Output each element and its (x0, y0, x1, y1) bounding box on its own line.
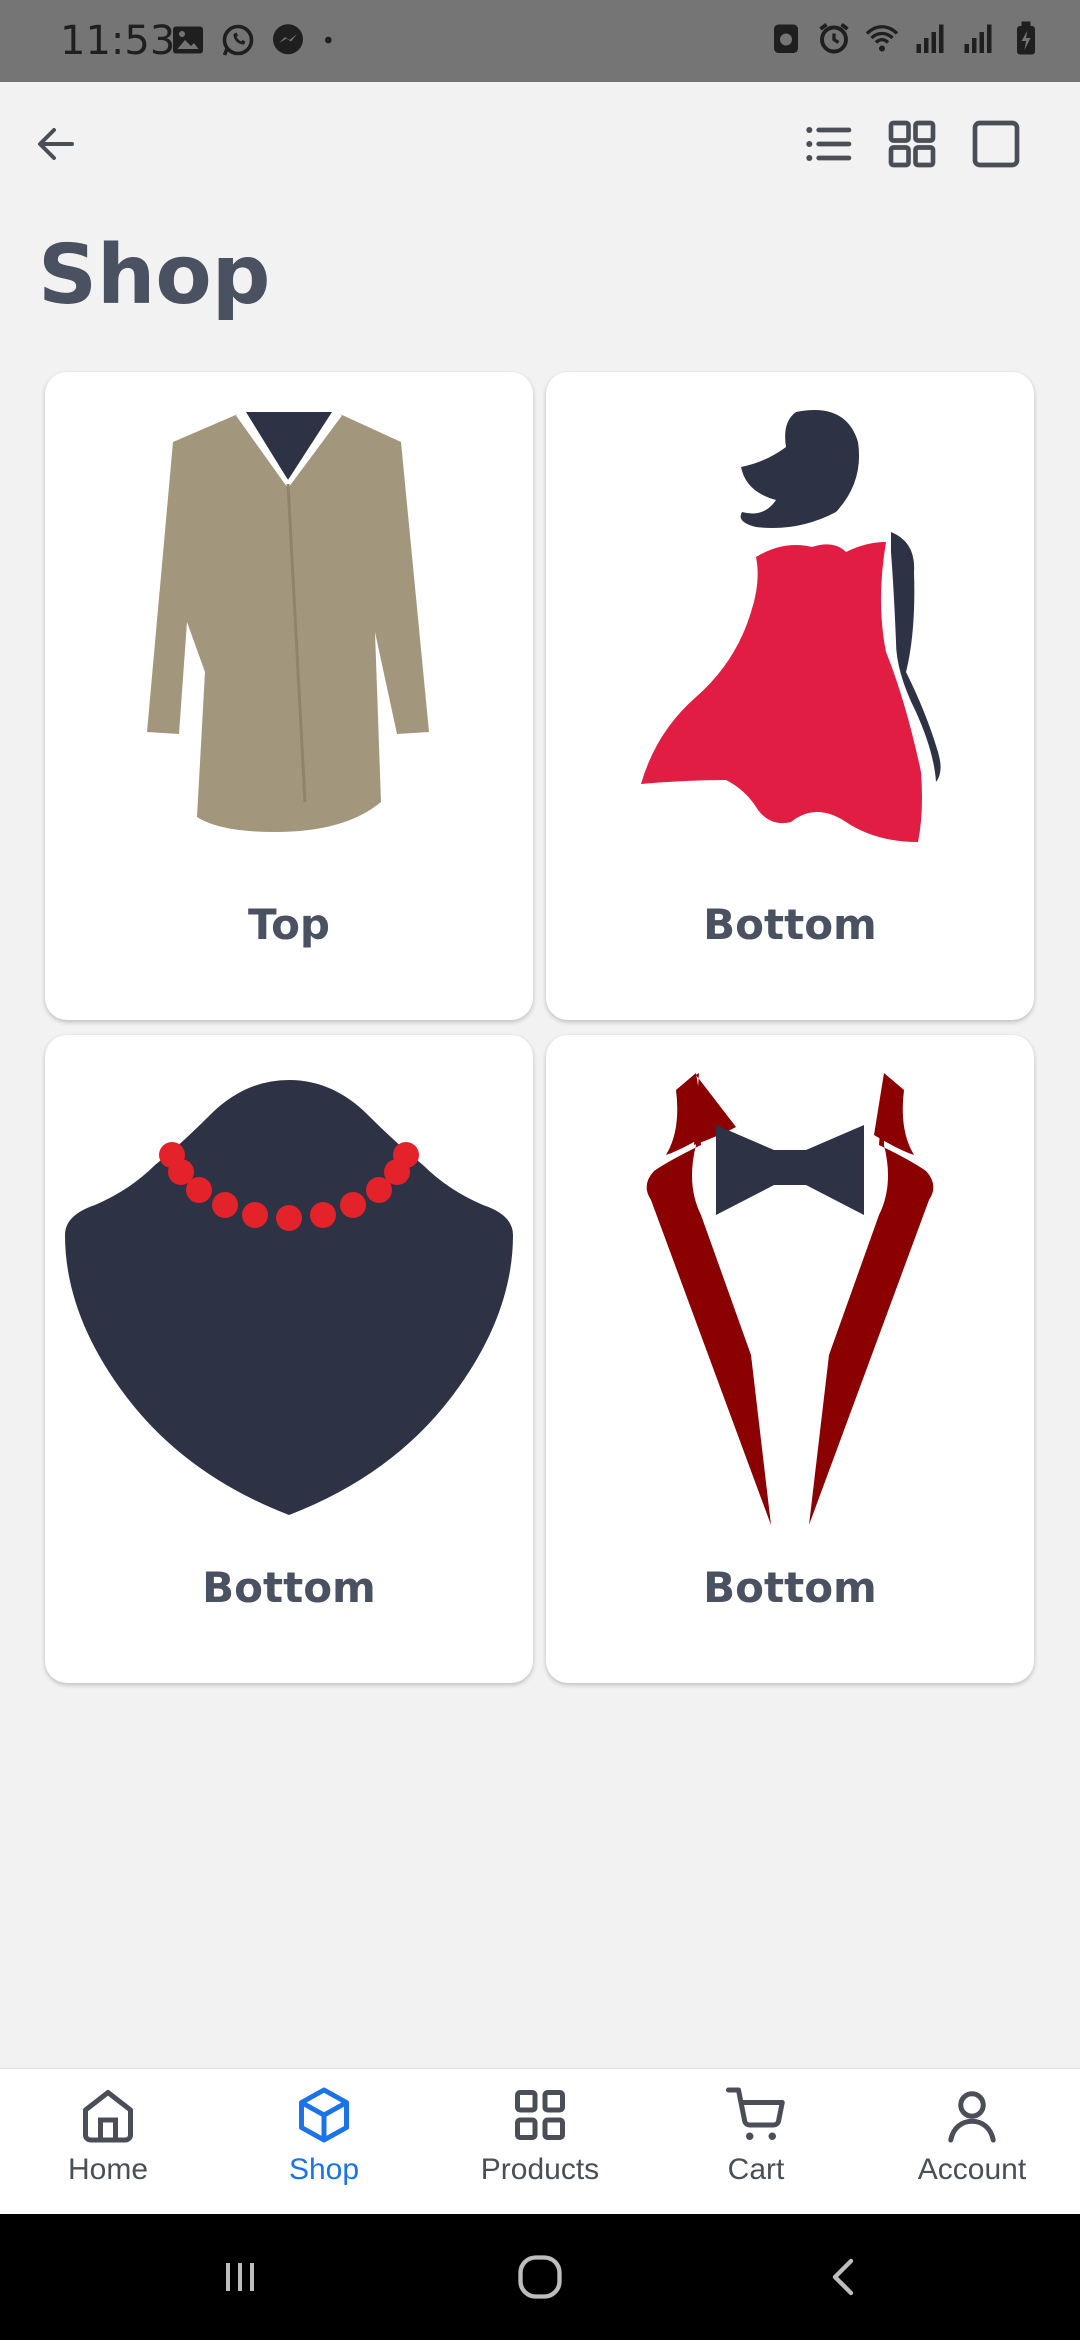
arrow-left-icon (38, 128, 74, 160)
nav-label: Cart (727, 2153, 785, 2186)
status-time: 11:53 (60, 18, 176, 64)
grid-view-icon (888, 120, 936, 168)
status-system-icons (768, 20, 1044, 56)
cart-icon (726, 2087, 785, 2140)
top-app-bar (0, 82, 1080, 202)
nav-label: Shop (288, 2153, 360, 2186)
single-view-icon (972, 120, 1020, 168)
tuxedo-icon (646, 1073, 934, 1525)
page-title: Shop (38, 228, 271, 323)
gallery-icon (173, 26, 203, 54)
category-card-bottom-necklace[interactable]: Bottom (45, 1035, 533, 1683)
home-circle-icon (518, 2255, 562, 2299)
category-label: Top (248, 900, 330, 949)
home-icon (83, 2090, 133, 2143)
back-system-button[interactable] (805, 2242, 885, 2312)
alarm-icon (819, 22, 849, 54)
category-label: Bottom (202, 1563, 376, 1612)
battery-saver-icon (774, 24, 798, 53)
single-view-button[interactable] (964, 112, 1028, 176)
recents-button[interactable] (200, 2242, 280, 2312)
nav-label: Home (67, 2153, 149, 2186)
category-card-top[interactable]: Top (45, 372, 533, 1020)
signal-icon (916, 24, 944, 53)
list-view-icon (806, 126, 852, 162)
back-button[interactable] (24, 112, 88, 176)
dot-icon (325, 36, 332, 44)
wifi-icon (865, 25, 899, 52)
category-card-bottom-dress[interactable]: Bottom (546, 372, 1034, 1020)
category-card-bottom-tuxedo[interactable]: Bottom (546, 1035, 1034, 1683)
necklace-icon (65, 1080, 513, 1515)
nav-item-home[interactable]: Home (0, 2069, 216, 2215)
recents-icon (226, 2263, 254, 2291)
status-bar: 11:53 (0, 0, 1080, 82)
messenger-icon (273, 24, 303, 55)
grid-icon (515, 2090, 565, 2140)
nav-item-products[interactable]: Products (432, 2069, 648, 2215)
category-label: Bottom (703, 1563, 877, 1612)
dress-icon (641, 410, 941, 842)
nav-item-shop[interactable]: Shop (216, 2069, 432, 2215)
coat-icon (147, 412, 429, 832)
back-chevron-icon (832, 2258, 854, 2296)
nav-label: Account (917, 2153, 1027, 2186)
nav-item-cart[interactable]: Cart (648, 2069, 864, 2215)
category-label: Bottom (703, 900, 877, 949)
system-navigation-bar (0, 2214, 1080, 2340)
grid-view-button[interactable] (880, 112, 944, 176)
user-icon (948, 2091, 996, 2143)
box-icon (299, 2087, 349, 2143)
nav-item-account[interactable]: Account (864, 2069, 1080, 2215)
battery-icon (1017, 21, 1035, 55)
status-notification-icons (170, 22, 340, 58)
whatsapp-icon (222, 24, 254, 56)
bottom-navigation: Home Shop Products Cart Account (0, 2068, 1080, 2215)
nav-label: Products (480, 2153, 600, 2186)
signal-icon (964, 24, 992, 53)
home-system-button[interactable] (500, 2242, 580, 2312)
list-view-button[interactable] (796, 112, 860, 176)
